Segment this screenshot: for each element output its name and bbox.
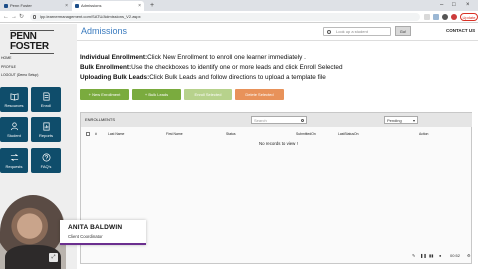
tile-student[interactable]: Student	[0, 117, 28, 142]
presenter-role: Client Coordinator	[68, 234, 103, 239]
tile-enroll[interactable]: Enroll	[31, 87, 61, 112]
column-header[interactable]: SubmittedOn	[296, 132, 316, 136]
address-toolbar: ← → ↻ lpp.learnermanagement.com/SATU/Adm…	[0, 11, 478, 23]
column-header[interactable]: Last Name	[108, 132, 124, 136]
tile-label: Student	[7, 133, 21, 138]
tile-label: Enroll	[40, 103, 52, 108]
new-enrollment-button[interactable]: + New Enrollment	[80, 89, 129, 100]
enrollments-title: ENROLLMENTS	[85, 117, 116, 122]
browser-tab-penn-foster[interactable]: Penn Foster ×	[1, 1, 71, 11]
forward-icon[interactable]: →	[11, 13, 17, 21]
empty-message: No records to view !	[259, 141, 298, 146]
reload-icon[interactable]: ↻	[19, 13, 24, 21]
column-header[interactable]: First Name	[166, 132, 183, 136]
document-icon	[42, 92, 50, 101]
video-controls: ✎ ❚❚ ▮▮ ● 00:52 ⚙	[412, 250, 474, 262]
chevron-down-icon: ▾	[412, 118, 415, 123]
pen-icon[interactable]: ✎	[412, 253, 415, 258]
tab-title: Admissions	[81, 3, 102, 8]
tile-label: Requests	[5, 164, 23, 169]
page-title: Admissions	[81, 26, 128, 36]
header-divider	[77, 40, 478, 41]
swap-icon	[10, 154, 18, 161]
presenter-name-card: ANITA BALDWIN Client Coordinator	[60, 220, 146, 245]
settings-icon[interactable]: ⚙	[467, 253, 471, 258]
enroll-selected-button[interactable]: Enroll Selected	[184, 89, 232, 100]
profile-avatar-icon[interactable]	[442, 14, 448, 20]
tile-reports[interactable]: Reports	[31, 117, 61, 142]
close-window-button[interactable]: ×	[466, 0, 470, 10]
report-icon	[42, 122, 50, 131]
tile-requests[interactable]: Requests	[0, 148, 28, 173]
sidebar-link-profile[interactable]: PROFILE	[0, 63, 77, 71]
timer-text: 00:52	[450, 253, 461, 258]
browser-tab-admissions[interactable]: Admissions ×	[72, 1, 144, 11]
column-header[interactable]: LastStatusOn	[338, 132, 359, 136]
person-icon	[10, 122, 18, 131]
delete-selected-button[interactable]: Delete Selected	[235, 89, 284, 100]
search-icon	[300, 118, 304, 122]
profile-icon[interactable]	[451, 14, 457, 20]
student-search-input[interactable]: Look up a student	[323, 27, 391, 36]
favicon-icon	[75, 4, 79, 8]
column-header[interactable]: Status	[226, 132, 236, 136]
instruction-individual: Individual Enrollment:Click New Enrollme…	[80, 54, 306, 61]
logo-text-line2: FOSTER	[10, 41, 49, 52]
column-header[interactable]: Action	[419, 132, 428, 136]
search-placeholder: Look up a student	[336, 29, 368, 34]
tile-label: FAQ's	[40, 164, 52, 169]
record-icon[interactable]: ●	[439, 253, 441, 258]
question-icon	[42, 153, 50, 162]
tile-label: Reports	[38, 133, 53, 138]
book-icon	[10, 93, 18, 101]
extension-icon[interactable]	[433, 14, 439, 20]
browser-tab-bar: Penn Foster × Admissions × + – □ ×	[0, 0, 478, 11]
status-filter-select[interactable]: Pending ▾	[384, 116, 418, 124]
url-bar[interactable]: lpp.learnermanagement.com/SATU/Admission…	[30, 13, 420, 21]
enrollments-header: ENROLLMENTS Search Pending ▾	[81, 113, 472, 127]
column-header[interactable]: #	[95, 132, 97, 136]
pause-icon[interactable]: ❚❚	[420, 253, 427, 258]
url-text: lpp.learnermanagement.com/SATU/Admission…	[40, 14, 141, 19]
contact-us-link[interactable]: CONTACT US	[446, 28, 475, 33]
tile-faqs[interactable]: FAQ's	[31, 148, 61, 173]
extension-icon[interactable]	[424, 14, 430, 20]
presenter-name: ANITA BALDWIN	[68, 224, 123, 231]
close-tab-icon[interactable]: ×	[138, 1, 141, 11]
enrollments-search-input[interactable]: Search	[251, 116, 307, 124]
maximize-button[interactable]: □	[452, 0, 456, 10]
table-header-row: # Last Name First Name Status SubmittedO…	[81, 130, 472, 138]
pause-icon[interactable]: ▮▮	[429, 253, 433, 258]
minimize-button[interactable]: –	[440, 0, 443, 10]
instruction-bulk: Bulk Enrollment:Use the checkboxes to id…	[80, 64, 343, 71]
expand-icon[interactable]: ⤢	[49, 253, 58, 262]
bulk-leads-button[interactable]: + Bulk Leads	[132, 89, 181, 100]
select-all-checkbox[interactable]	[86, 132, 90, 136]
tile-resources[interactable]: Resources	[0, 87, 28, 112]
tile-label: Resources	[4, 103, 24, 108]
instruction-upload: Uploading Bulk Leads:Click Bulk Leads an…	[80, 74, 326, 81]
close-tab-icon[interactable]: ×	[65, 1, 68, 11]
favicon-icon	[4, 4, 8, 8]
tab-title: Penn Foster	[10, 3, 32, 8]
lock-icon	[33, 15, 36, 19]
go-button[interactable]: Go!	[395, 26, 411, 36]
new-tab-button[interactable]: +	[150, 1, 154, 10]
search-icon	[327, 29, 331, 34]
sidebar-link-logout[interactable]: LOGOUT (Demo Setup)	[0, 71, 77, 79]
sidebar-link-home[interactable]: HOME	[0, 54, 77, 62]
update-button[interactable]: Update	[460, 13, 478, 21]
back-icon[interactable]: ←	[3, 13, 9, 21]
